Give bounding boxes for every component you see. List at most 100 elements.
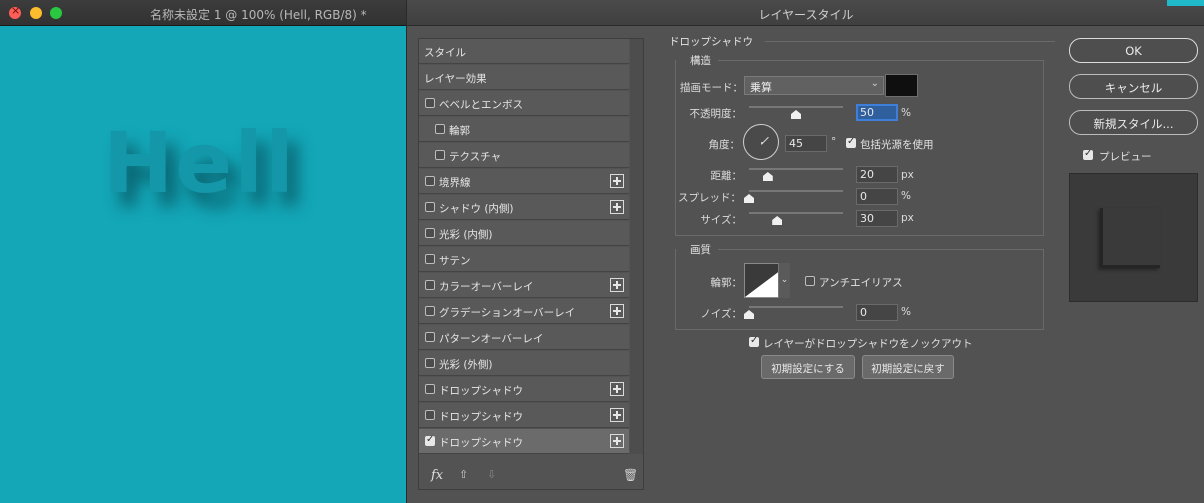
reset-default-button[interactable]: 初期設定に戻す (862, 355, 954, 379)
distance-label: 距離： (710, 170, 743, 182)
document-titlebar: 名称未設定 1 @ 100% (Hell, RGB/8) * (0, 0, 410, 26)
style-item-pattern-overlay[interactable]: パターンオーバーレイ (419, 325, 629, 350)
satin-checkbox[interactable] (425, 254, 435, 264)
bevel-emboss-checkbox[interactable] (425, 98, 435, 108)
section-divider (765, 41, 1055, 42)
style-item-color-overlay[interactable]: カラーオーバーレイ (419, 273, 629, 298)
style-item-label: パターンオーバーレイ (439, 333, 544, 345)
canvas[interactable]: Hell (0, 26, 410, 503)
opacity-slider-track[interactable] (749, 106, 843, 108)
spread-slider-track[interactable] (749, 190, 843, 192)
drop-shadow-3-checkbox[interactable] (425, 434, 435, 446)
drop-shadow-1-checkbox[interactable] (425, 384, 435, 394)
preview-label: プレビュー (1099, 151, 1152, 163)
global-light-checkbox[interactable] (846, 136, 856, 148)
add-stroke-plus-icon[interactable] (610, 174, 624, 188)
style-item-inner-glow[interactable]: 光彩 (内側) (419, 221, 629, 246)
noise-label: ノイズ： (700, 308, 742, 320)
angle-input[interactable]: 45 (785, 135, 827, 152)
structure-border-bottom (675, 235, 1044, 236)
make-default-button[interactable]: 初期設定にする (761, 355, 855, 379)
style-item-label: 光彩 (外側) (439, 359, 493, 371)
add-drop-shadow-plus-icon[interactable] (610, 382, 624, 396)
style-item-drop-shadow-3[interactable]: ドロップシャドウ (419, 429, 629, 454)
cancel-button[interactable]: キャンセル (1069, 74, 1198, 99)
style-item-label: ベベルとエンボス (439, 99, 523, 111)
color-overlay-checkbox[interactable] (425, 280, 435, 290)
noise-unit: % (901, 306, 911, 318)
dialog-titlebar: レイヤースタイル (407, 0, 1204, 26)
add-gradient-overlay-plus-icon[interactable] (610, 304, 624, 318)
angle-unit: ° (831, 136, 837, 148)
style-item-inner-shadow[interactable]: シャドウ (内側) (419, 195, 629, 220)
inner-shadow-checkbox[interactable] (425, 202, 435, 212)
style-item-label: ドロップシャドウ (439, 437, 523, 449)
antialias-checkbox[interactable] (805, 276, 815, 286)
style-item-bevel-emboss[interactable]: ベベルとエンボス (419, 91, 629, 116)
contour-label: 輪郭： (710, 277, 743, 289)
drop-shadow-2-checkbox[interactable] (425, 410, 435, 420)
gradient-overlay-checkbox[interactable] (425, 306, 435, 316)
move-up-arrow-icon[interactable]: ⇧ (459, 468, 468, 481)
maximize-window-button[interactable] (50, 7, 62, 19)
texture-checkbox[interactable] (435, 150, 445, 160)
ok-button[interactable]: OK (1069, 38, 1198, 63)
add-drop-shadow-plus-icon[interactable] (610, 408, 624, 422)
spread-input[interactable]: 0 (856, 188, 898, 205)
style-list-scrollbar[interactable] (630, 39, 643, 454)
stroke-checkbox[interactable] (425, 176, 435, 186)
add-inner-shadow-plus-icon[interactable] (610, 200, 624, 214)
contour-checkbox[interactable] (435, 124, 445, 134)
shadow-color-swatch[interactable] (885, 74, 918, 97)
noise-input[interactable]: 0 (856, 304, 898, 321)
outer-glow-checkbox[interactable] (425, 358, 435, 368)
inner-glow-checkbox[interactable] (425, 228, 435, 238)
blend-mode-label: 描画モード： (680, 82, 743, 94)
opacity-input[interactable]: 50 (856, 104, 898, 121)
size-input[interactable]: 30 (856, 210, 898, 227)
size-slider-track[interactable] (749, 212, 843, 214)
quality-group-title: 画質 (690, 244, 711, 256)
style-item-drop-shadow-1[interactable]: ドロップシャドウ (419, 377, 629, 402)
dialog-title: レイヤースタイル (758, 8, 854, 22)
style-item-contour[interactable]: 輪郭 (419, 117, 629, 142)
style-item-gradient-overlay[interactable]: グラデーションオーバーレイ (419, 299, 629, 324)
chevron-down-icon[interactable]: ⌄ (778, 263, 790, 298)
trash-icon[interactable]: 🗑 (623, 468, 638, 482)
style-item-texture[interactable]: テクスチャ (419, 143, 629, 168)
noise-slider-track[interactable] (749, 306, 843, 308)
new-style-button[interactable]: 新規スタイル... (1069, 110, 1198, 135)
style-item-stroke[interactable]: 境界線 (419, 169, 629, 194)
style-item-label: テクスチャ (449, 151, 502, 163)
style-list-header-effects[interactable]: レイヤー効果 (419, 65, 629, 90)
distance-unit: px (901, 169, 914, 181)
chevron-down-icon: ⌄ (870, 78, 879, 89)
close-window-button[interactable] (9, 4, 21, 19)
distance-input[interactable]: 20 (856, 166, 898, 183)
knockout-checkbox[interactable] (749, 335, 759, 347)
style-item-label: 輪郭 (449, 125, 470, 137)
distance-slider-track[interactable] (749, 168, 843, 170)
style-list-header-styles[interactable]: スタイル (419, 39, 629, 64)
style-item-label: カラーオーバーレイ (439, 281, 534, 293)
minimize-window-button[interactable] (30, 7, 42, 19)
style-item-label: ドロップシャドウ (439, 385, 523, 397)
opacity-label: 不透明度： (689, 108, 743, 120)
style-item-outer-glow[interactable]: 光彩 (外側) (419, 351, 629, 376)
style-item-label: サテン (439, 255, 471, 267)
document-window: 名称未設定 1 @ 100% (Hell, RGB/8) * Hell (0, 0, 410, 503)
blend-mode-select[interactable]: 乗算 ⌄ (744, 76, 884, 95)
move-down-arrow-icon[interactable]: ⇩ (487, 468, 496, 481)
fx-icon[interactable]: fx (431, 468, 443, 483)
document-title: 名称未設定 1 @ 100% (Hell, RGB/8) * (150, 8, 367, 22)
style-item-satin[interactable]: サテン (419, 247, 629, 272)
angle-dial[interactable] (743, 124, 779, 160)
style-item-drop-shadow-2[interactable]: ドロップシャドウ (419, 403, 629, 428)
pattern-overlay-checkbox[interactable] (425, 332, 435, 342)
preview-checkbox[interactable] (1083, 148, 1093, 160)
quality-border-right (1043, 249, 1044, 329)
style-list-panel: スタイル レイヤー効果 ベベルとエンボス 輪郭 テクスチャ 境界線 シャドウ (… (418, 38, 644, 490)
add-drop-shadow-plus-icon[interactable] (610, 434, 624, 448)
add-color-overlay-plus-icon[interactable] (610, 278, 624, 292)
styles-header-label: スタイル (424, 47, 466, 59)
